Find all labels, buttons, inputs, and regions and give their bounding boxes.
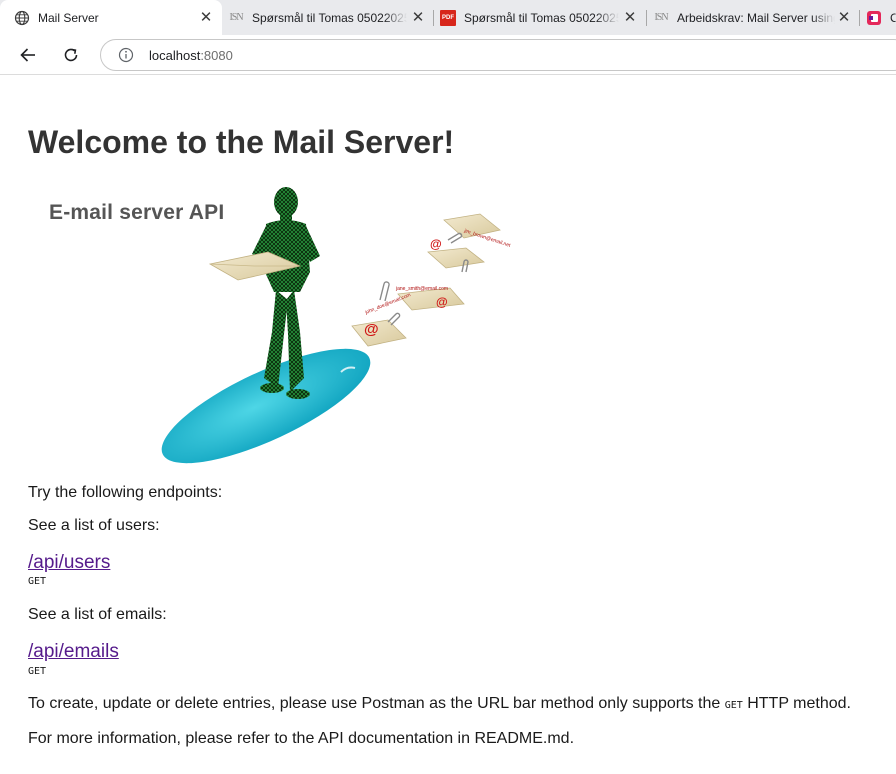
close-tab-icon[interactable]: ✕ xyxy=(622,10,638,26)
note-before: To create, update or delete entries, ple… xyxy=(28,695,725,712)
close-tab-icon[interactable]: ✕ xyxy=(410,10,426,26)
tab-question-pdf[interactable]: PDF Spørsmål til Tomas 05022025 ✕ xyxy=(434,0,646,35)
users-label: See a list of users: xyxy=(28,517,160,534)
svg-text:@: @ xyxy=(436,295,448,309)
address-bar[interactable]: localhost:8080 xyxy=(100,39,896,71)
tab-title: C xyxy=(890,10,896,25)
reload-button[interactable] xyxy=(57,41,85,69)
page-title: Welcome to the Mail Server! xyxy=(28,124,455,160)
surfboard xyxy=(161,348,371,464)
emails-method-badge: GET xyxy=(28,666,47,677)
svg-text:@: @ xyxy=(364,321,379,338)
hero-illustration: E-mail server API jim_brown@email.net ja… xyxy=(38,182,538,466)
tab-title: Mail Server xyxy=(38,10,99,25)
paperclip-icons xyxy=(379,232,469,326)
pdf-icon: PDF xyxy=(440,9,456,26)
users-method-badge: GET xyxy=(28,576,47,587)
users-link[interactable]: /api/users xyxy=(28,552,110,574)
url-host: localhost xyxy=(149,47,201,63)
reload-icon xyxy=(64,48,78,62)
info-icon[interactable] xyxy=(118,47,134,63)
isn-icon: ISN xyxy=(229,12,243,23)
back-button[interactable] xyxy=(14,41,42,69)
tab-mail-server[interactable]: Mail Server ✕ xyxy=(0,0,222,35)
globe-icon xyxy=(14,10,30,26)
intro-text: Try the following endpoints: xyxy=(28,484,223,501)
tab-strip: Mail Server ✕ ISN Spørsmål til Tomas 050… xyxy=(0,0,896,35)
tab-title: Spørsmål til Tomas 05022025 xyxy=(252,10,407,25)
note-method-code: GET xyxy=(724,700,743,711)
tab-question-isn[interactable]: ISN Spørsmål til Tomas 05022025 ✕ xyxy=(222,0,434,35)
url-port: :8080 xyxy=(200,47,233,63)
tab-title: Spørsmål til Tomas 05022025 xyxy=(464,10,619,25)
more-info-text: For more information, please refer to th… xyxy=(28,730,575,747)
app-icon xyxy=(866,10,882,26)
note-after: HTTP method. xyxy=(742,695,851,712)
isn-icon: ISN xyxy=(654,12,668,23)
tab-app[interactable]: C xyxy=(860,0,896,35)
tab-arbeidskrav[interactable]: ISN Arbeidskrav: Mail Server using ✕ xyxy=(647,0,859,35)
emails-label: See a list of emails: xyxy=(28,606,167,623)
hero-email-1: john_doe@email.com xyxy=(364,292,412,316)
close-tab-icon[interactable]: ✕ xyxy=(836,10,852,26)
postman-note: To create, update or delete entries, ple… xyxy=(28,695,851,713)
hero-email-2: jane_smith@email.com xyxy=(395,286,448,292)
back-arrow-icon xyxy=(20,48,35,62)
emails-link[interactable]: /api/emails xyxy=(28,641,119,663)
url-text[interactable]: localhost:8080 xyxy=(149,48,233,63)
svg-text:@: @ xyxy=(430,237,442,251)
close-tab-icon[interactable]: ✕ xyxy=(198,10,214,26)
tab-title: Arbeidskrav: Mail Server using xyxy=(677,10,835,25)
browser-toolbar: localhost:8080 xyxy=(0,35,896,75)
